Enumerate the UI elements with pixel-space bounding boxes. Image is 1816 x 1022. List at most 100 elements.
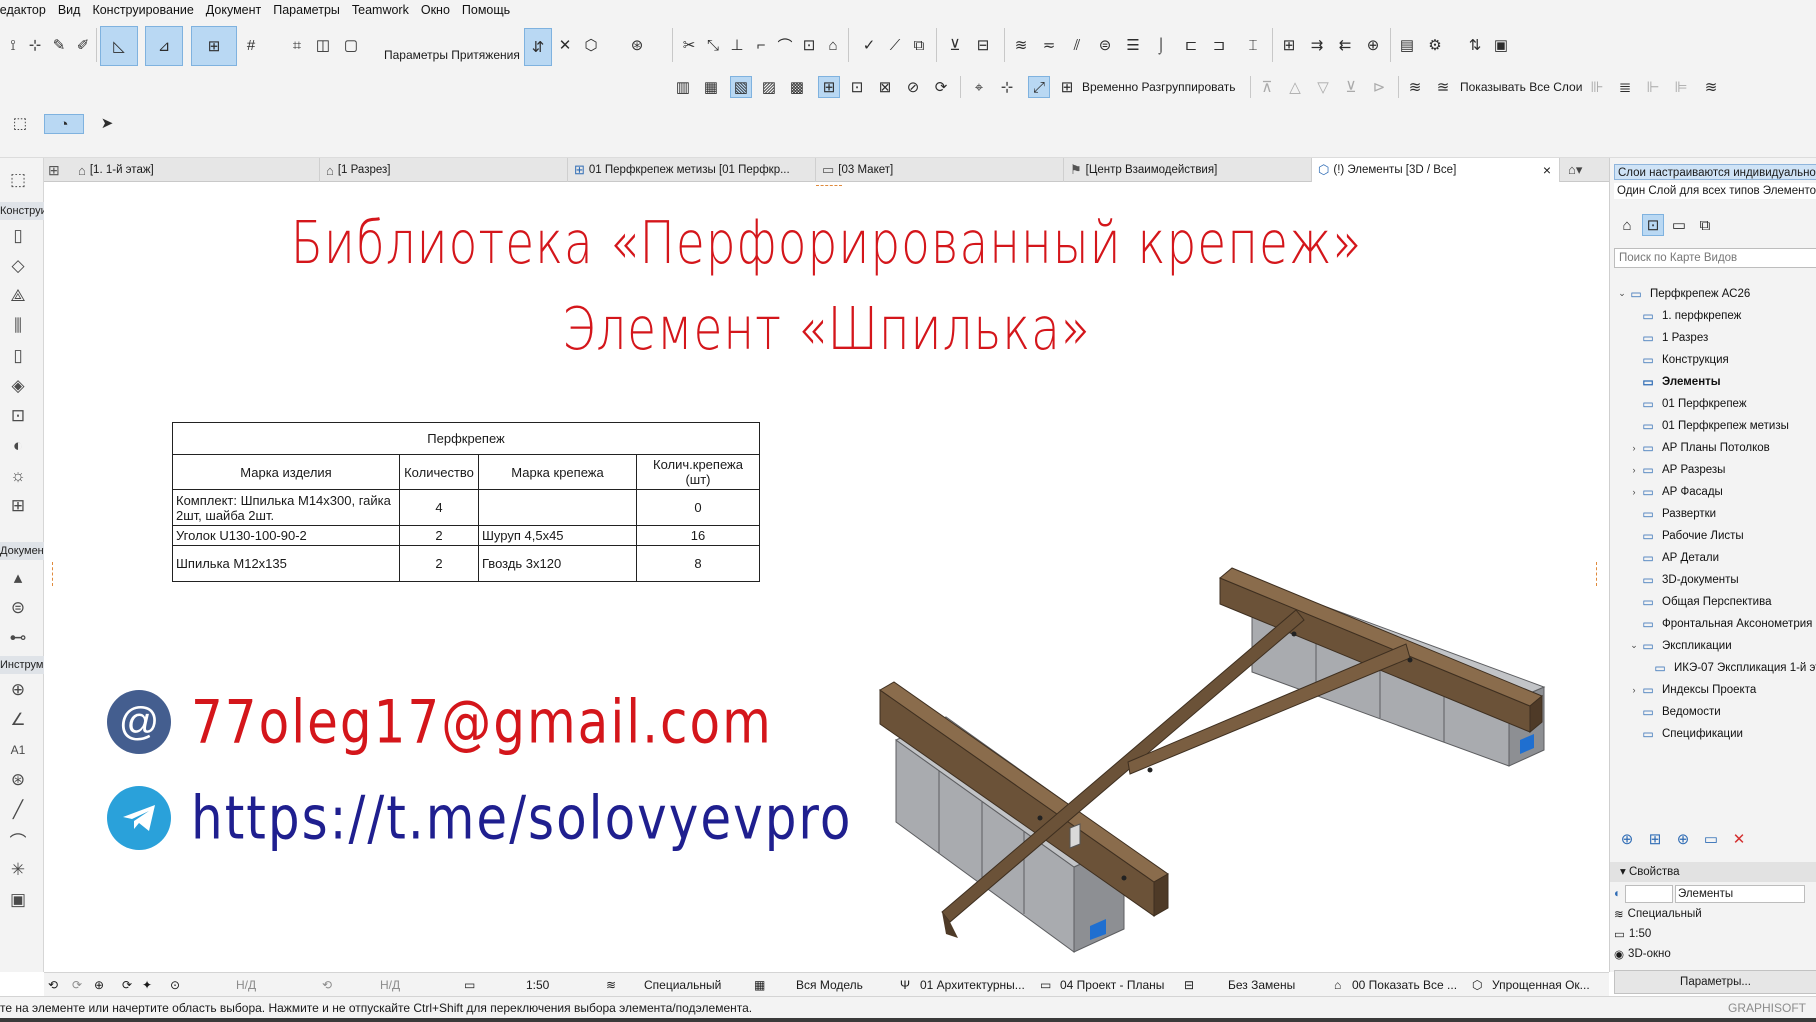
tab-menu-icon[interactable]: ⌂▾ [1568,162,1582,178]
project-map-icon[interactable]: ⌂ [1616,214,1638,236]
publisher-sets-icon[interactable]: ⧉ [1694,214,1716,236]
layer-mode-message-2[interactable]: Один Слой для всех типов Элементов [1614,183,1816,199]
pet-palette-icon[interactable]: ⟟ [2,34,24,56]
nav-tree-item[interactable]: ▭ Элементы [1628,372,1720,391]
nav-tree-item[interactable]: ▭ Развертки [1628,504,1716,523]
nav-tree-item[interactable]: ▭ 1 Разрез [1628,328,1708,347]
select-icon[interactable]: ⌖ [968,76,990,98]
layout-book-icon[interactable]: ▭ [1668,214,1690,236]
fill-tool-icon[interactable]: ⊛ [6,768,30,792]
chamfer-icon[interactable]: ⌒ [774,34,796,56]
grid-icon[interactable]: # [240,34,262,56]
rotate-icon[interactable]: ⟲ [322,973,332,997]
menu-options[interactable]: Параметры [270,3,349,17]
layer-stack-icon[interactable]: ⧉ [908,34,930,56]
nav-tree-item[interactable]: ⌄ ▭ Экспликации [1628,636,1731,655]
ungroup-icon[interactable]: ⊡ [846,76,868,98]
zoom-in-icon[interactable]: ⊕ [94,973,104,997]
label-tool-icon[interactable]: A1 [6,738,30,762]
roof-tool-icon[interactable]: ⟁ [6,284,30,308]
wall-icon[interactable]: ≂ [1038,34,1060,56]
scale-value[interactable]: 1:50 [526,973,549,997]
stair-icon[interactable]: ⫽ [1066,34,1088,56]
nav-tree-item[interactable]: ▭ Рабочие Листы [1628,526,1743,545]
pen-set[interactable]: 01 Архитектурны... [920,973,1025,997]
view-map-search[interactable]: Поиск по Карте Видов [1614,248,1816,268]
rotated-grid-icon[interactable]: ▢ [340,34,362,56]
tab-floor-plan[interactable]: ⌂ [1. 1-й этаж] [72,158,320,182]
snap-mode-icon[interactable]: ⇵ [524,28,552,66]
layer-hide-icon[interactable]: ⊫ [1670,76,1692,98]
object-tool-icon[interactable]: ⊡ [6,404,30,428]
rotate-icon[interactable]: ⟳ [930,76,952,98]
snap-settings-label[interactable]: Параметры Притяжения [384,48,520,62]
elevation-up-icon[interactable]: ⊼ [1256,76,1278,98]
check-icon[interactable]: ✓ [858,34,880,56]
guide-lines-icon[interactable]: ◺ [100,26,138,66]
nav-tree-item[interactable]: › ▭ АР Фасады [1628,482,1723,501]
nav-tree-item[interactable]: ▭ 01 Перфкрепеж [1628,394,1746,413]
prop-layer-combo[interactable]: ≋ Специальный [1614,904,1702,924]
column-icon[interactable]: ⌡ [1150,34,1172,56]
teamwork-send-icon[interactable]: ⇉ [1306,34,1328,56]
marquee-tool-icon[interactable]: ⬚ [6,168,30,192]
scissors-icon[interactable]: ✂ [678,34,700,56]
arc-tool-icon[interactable]: ⌒ [6,828,30,852]
syringe-icon[interactable]: ✐ [72,34,94,56]
parameters-button[interactable]: Параметры... [1614,970,1816,994]
ungroup-temp-icon[interactable]: ⊞ [1056,76,1078,98]
hotspot-tool-icon[interactable]: ✳ [6,858,30,882]
stair-tool-icon[interactable]: ⫼ [6,314,30,338]
send-backward-icon[interactable]: ▨ [758,76,780,98]
show-layers-icon[interactable]: ≊ [1432,76,1454,98]
chevron-right-icon[interactable]: › [1628,685,1640,695]
view-settings-icon[interactable]: ▭ [1700,828,1722,850]
grid-snap-icon[interactable]: ⊞ [191,26,237,66]
new-view-icon[interactable]: ⊕ [1616,828,1638,850]
marquee-icon[interactable]: ⬚ [4,112,36,134]
redo-zoom-icon[interactable]: ⟳ [72,973,82,997]
chevron-down-icon[interactable]: ⌄ [1616,288,1628,299]
level-tool-icon[interactable]: ⊕ [6,678,30,702]
show-all-layers-label[interactable]: Показывать Все Слои [1460,80,1582,94]
menu-help[interactable]: Помощь [459,3,519,17]
document-icon[interactable]: ▤ [1396,34,1418,56]
cursor-snap-icon[interactable]: ✕ [554,34,576,56]
properties-header[interactable]: ▾ Свойства [1610,862,1816,882]
menu-document[interactable]: Документ [203,3,270,17]
magic-wand-icon[interactable]: ⊹ [24,34,46,56]
orbit-icon[interactable]: ⟳ [122,973,132,997]
mesh-tool-icon[interactable]: ◈ [6,374,30,398]
toolbox-design-header[interactable]: Конструирование [0,202,44,220]
layer-combination[interactable]: Специальный [644,973,721,997]
zoom-value[interactable]: Н/Д [236,973,256,997]
construction-grid-icon[interactable]: ⌗ [286,34,308,56]
save-icon[interactable]: ▣ [1490,34,1512,56]
column-tool-icon[interactable]: ▯ [6,224,30,248]
temp-ungroup-label[interactable]: Временно Разгруппировать [1082,80,1236,94]
arrow-tool-icon[interactable]: ➤ [96,112,118,134]
angle-tool-icon[interactable]: ∠ [6,708,30,732]
unlock-icon[interactable]: ⊘ [902,76,924,98]
section-tool-icon[interactable]: ⊜ [6,596,30,620]
object-icon[interactable]: ⊐ [1208,34,1230,56]
menu-window[interactable]: Окно [418,3,459,17]
fillet-icon[interactable]: ⌐ [750,34,772,56]
morph-tool-icon[interactable]: ◐ [6,434,30,458]
clone-folder-icon[interactable]: ⊞ [1644,828,1666,850]
menu-view[interactable]: Вид [55,3,90,17]
graphic-override[interactable]: Без Замены [1228,973,1295,997]
lamp-tool-icon[interactable]: ☼ [6,464,30,488]
group-icon[interactable]: ⊞ [818,76,840,98]
nav-tree-item[interactable]: ▭ ИКЭ-07 Экспликация 1-й эт [1640,658,1816,677]
layer-sets-icon[interactable]: ≣ [1614,76,1636,98]
nav-tree-item[interactable]: ▭ 3D-документы [1628,570,1738,589]
dimension-tool-icon[interactable]: ▴ [6,566,30,590]
snap-guides-icon[interactable]: ⊿ [145,26,183,66]
chevron-right-icon[interactable]: › [1628,443,1640,453]
delete-icon[interactable]: ✕ [1728,828,1750,850]
tab-collaboration[interactable]: ⚑ [Центр Взаимодействия] [1064,158,1312,182]
zoom-icon[interactable]: ⊙ [170,973,180,997]
canvas-left-handle[interactable] [52,562,56,586]
sort-icon[interactable]: ⇅ [1464,34,1486,56]
